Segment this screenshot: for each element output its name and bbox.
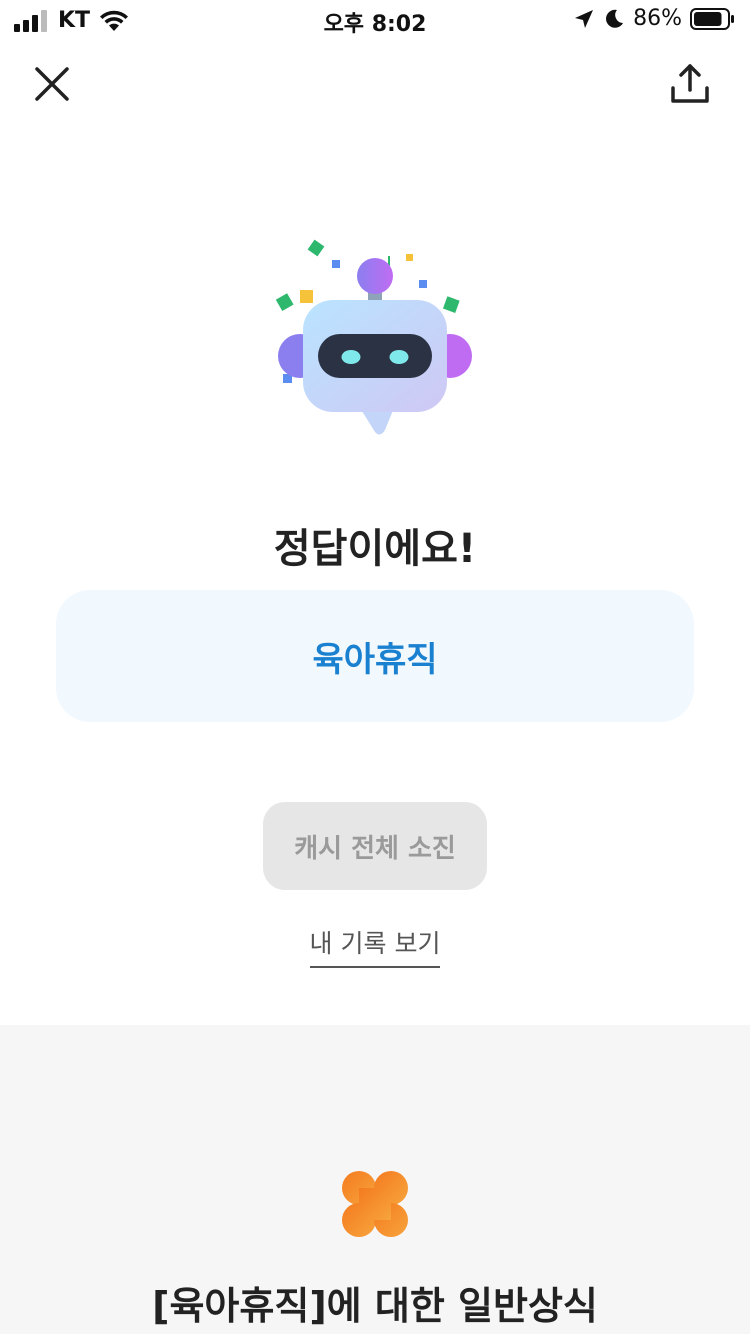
history-link[interactable]: 내 기록 보기 [309,924,441,968]
share-button[interactable] [668,62,712,106]
battery-percent: 86% [633,6,682,31]
info-title: [육아휴직]에 대한 일반상식 [152,1284,598,1328]
share-icon [671,64,709,103]
answer-text: 육아휴직 [312,639,438,680]
robot-mascot-icon [275,239,472,435]
status-right: 86% [573,6,736,31]
close-icon [35,67,69,101]
status-bar: KT 오후 8:02 86% [0,0,750,40]
answer-box: 육아휴직 [56,590,694,722]
moon-icon [606,9,624,28]
info-section: [육아휴직]에 대한 일반상식 [0,1025,750,1334]
close-button[interactable] [30,62,74,106]
history-link-container: 내 기록 보기 [0,924,750,968]
location-arrow-icon [575,9,594,28]
cash-button-label: 캐시 전체 소진 [294,833,456,864]
result-title: 정답이에요! [273,526,477,572]
clover-icon [342,1171,408,1237]
nav-bar [0,58,750,118]
cash-use-all-button[interactable]: 캐시 전체 소진 [263,802,487,890]
battery-icon [690,7,734,30]
